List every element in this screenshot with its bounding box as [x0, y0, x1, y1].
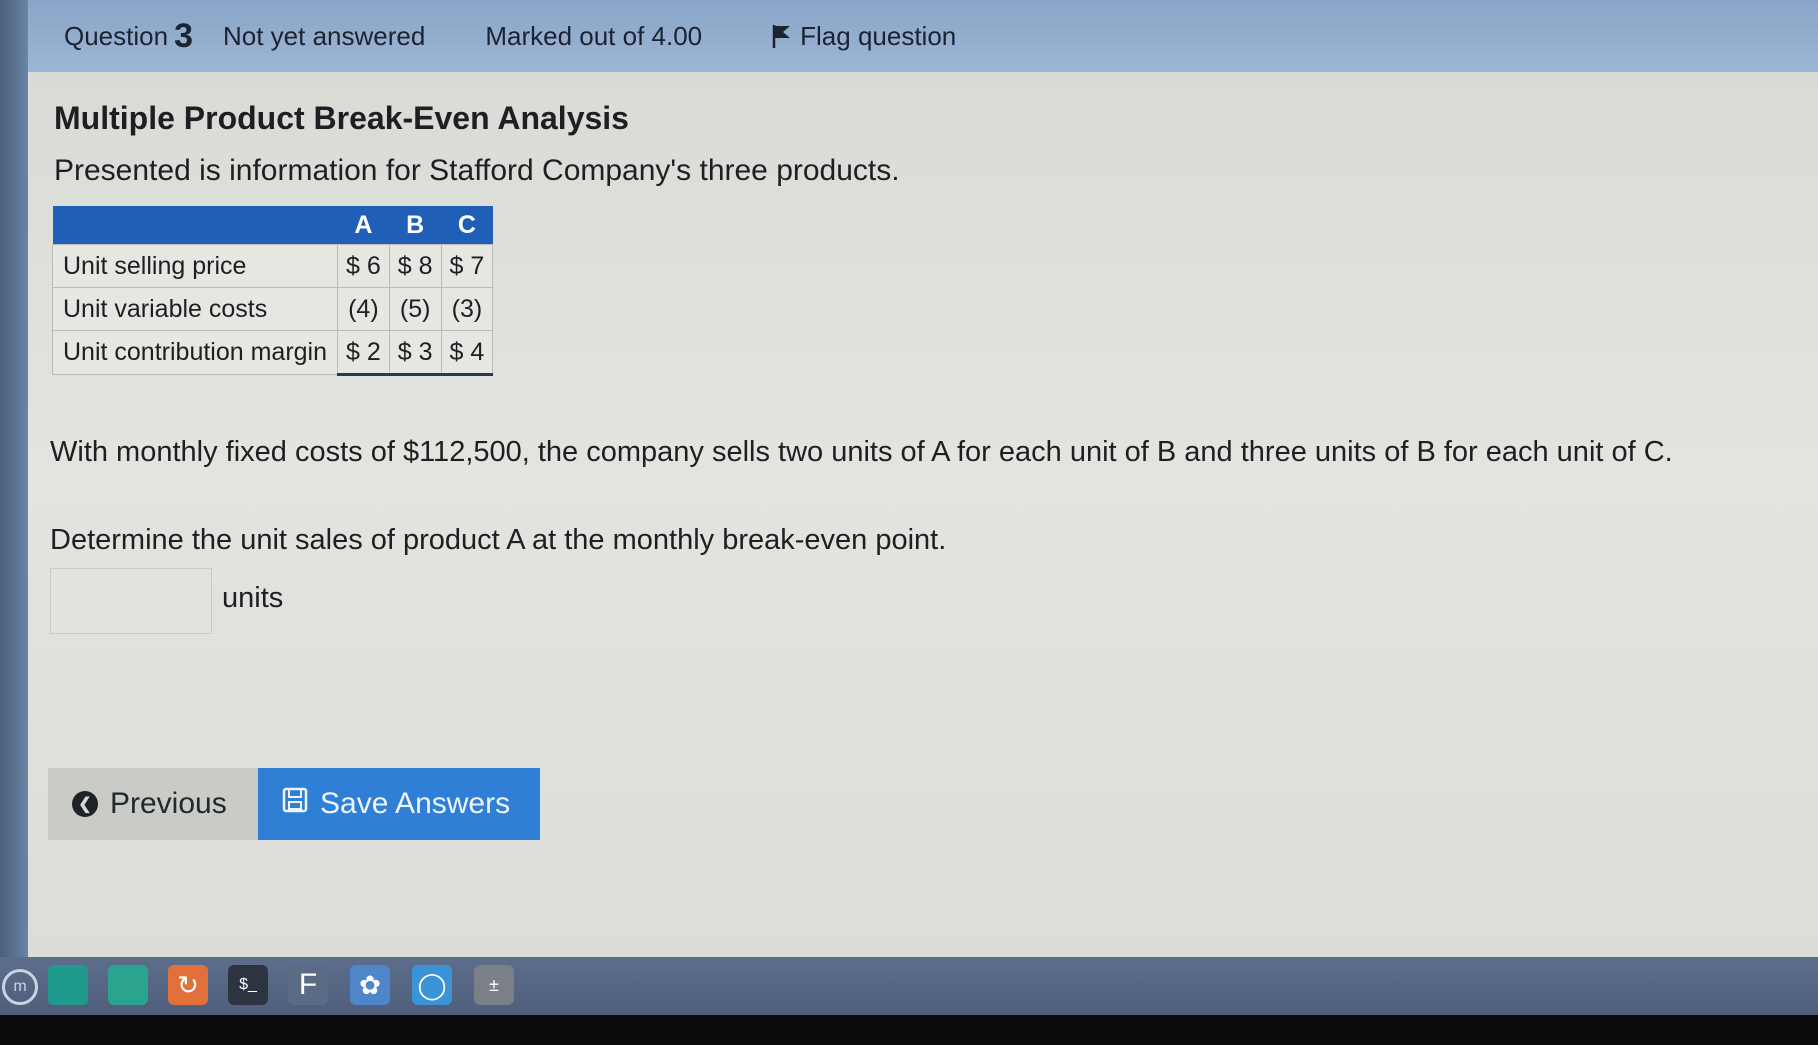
answer-unit-label: units — [222, 582, 284, 614]
save-answers-button[interactable]: Save Answers — [258, 768, 540, 840]
chevron-left-icon: ❮ — [72, 791, 98, 817]
save-answers-label: Save Answers — [320, 787, 511, 820]
question-state: Not yet answered — [223, 20, 426, 51]
text-editor-icon[interactable]: F — [288, 965, 328, 1005]
cell-value: (3) — [440, 287, 494, 331]
screen-icon[interactable] — [48, 965, 88, 1005]
product-table: A B C Unit selling price $ 6 $ 8 $ 7 Uni… — [51, 206, 494, 376]
row-label: Unit selling price — [51, 244, 339, 288]
table-header-blank — [52, 206, 338, 245]
cell-value: $ 4 — [440, 330, 494, 376]
table-header-col: A — [337, 206, 390, 245]
calculator-icon[interactable]: ± — [474, 965, 514, 1005]
previous-button[interactable]: ❮ Previous — [48, 768, 258, 840]
cell-value: (4) — [337, 287, 390, 331]
cell-value: $ 6 — [337, 244, 390, 288]
flag-question-label: Flag question — [800, 20, 957, 51]
settings-icon[interactable]: ✿ — [350, 965, 390, 1005]
cell-value: $ 2 — [337, 330, 390, 376]
table-header-col: C — [441, 206, 493, 245]
question-marks: Marked out of 4.00 — [485, 20, 703, 51]
save-icon — [282, 787, 308, 821]
app-icon[interactable]: ↻ — [168, 965, 208, 1005]
answer-input[interactable] — [50, 568, 212, 634]
files-icon[interactable] — [108, 965, 148, 1005]
cell-value: (5) — [388, 287, 442, 331]
flag-question-link[interactable]: Flag question — [770, 21, 956, 52]
screen-bezel — [0, 0, 28, 960]
previous-button-label: Previous — [110, 787, 227, 820]
question-title: Multiple Product Break-Even Analysis — [54, 100, 629, 136]
table-row: Unit variable costs (4) (5) (3) — [51, 287, 494, 331]
table-header-row: A B C — [52, 206, 493, 245]
question-prompt: Determine the unit sales of product A at… — [50, 524, 947, 556]
launcher-icon[interactable]: m — [2, 969, 38, 1005]
question-number: 3 — [174, 16, 193, 55]
cell-value: $ 8 — [388, 244, 442, 288]
screen-bottom-edge — [0, 1015, 1818, 1045]
question-intro: Presented is information for Stafford Co… — [54, 154, 900, 187]
question-paragraph: With monthly fixed costs of $112,500, th… — [50, 436, 1673, 468]
question-content: Multiple Product Break-Even Analysis Pre… — [28, 72, 1818, 957]
row-label: Unit contribution margin — [51, 330, 339, 375]
flag-icon — [770, 23, 792, 49]
camera-icon[interactable]: ◯ — [412, 965, 452, 1005]
table-header-col: B — [389, 206, 442, 245]
cell-value: $ 7 — [440, 244, 494, 288]
question-info-bar: Question 3 Not yet answered Marked out o… — [28, 0, 1818, 72]
cell-value: $ 3 — [388, 330, 442, 376]
terminal-icon[interactable]: $_ — [228, 965, 268, 1005]
table-row: Unit selling price $ 6 $ 8 $ 7 — [51, 244, 494, 288]
question-label: Question — [64, 20, 169, 51]
row-label: Unit variable costs — [51, 287, 339, 331]
taskbar: m ↻ $_ F ✿ ◯ ± — [0, 957, 1818, 1015]
table-row: Unit contribution margin $ 2 $ 3 $ 4 — [51, 330, 494, 376]
